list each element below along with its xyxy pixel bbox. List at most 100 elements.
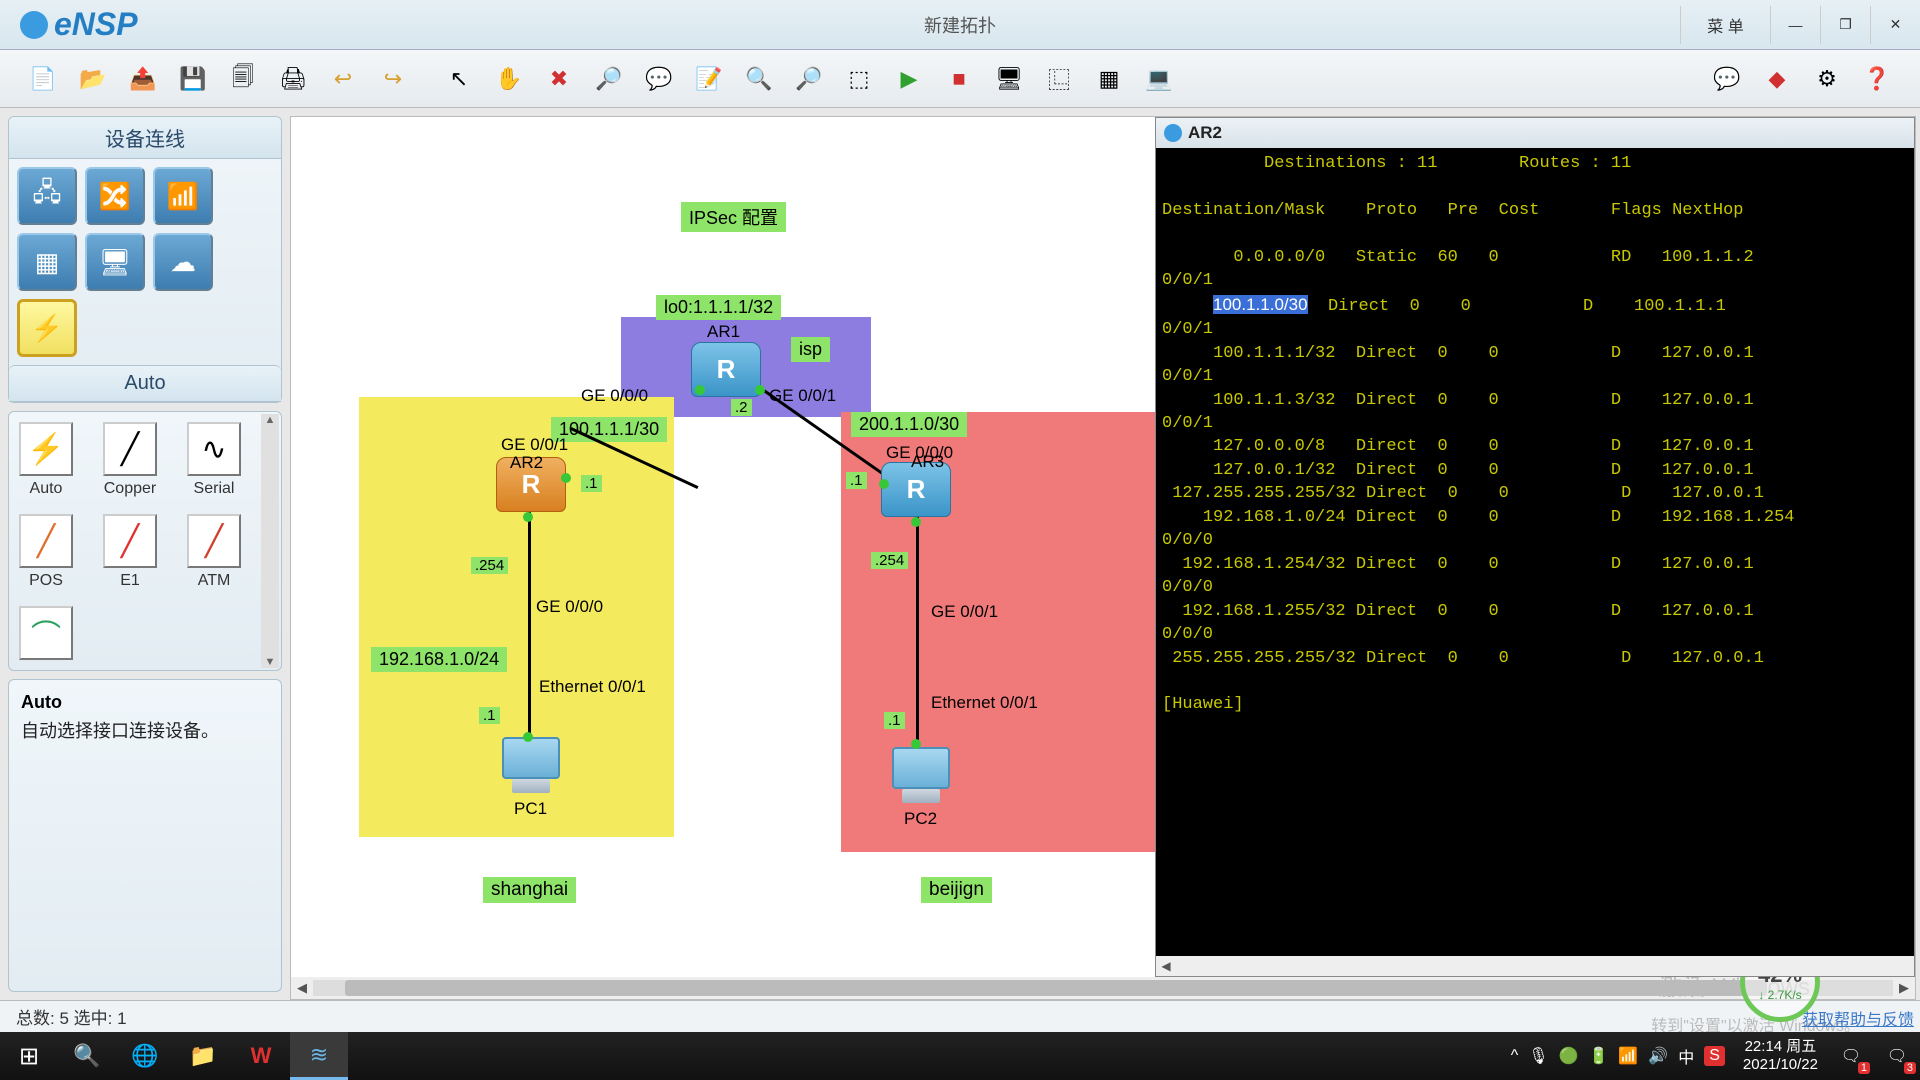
settings-button[interactable]: ⚙ bbox=[1804, 58, 1850, 100]
ime-icon[interactable]: 中 bbox=[1678, 1044, 1694, 1068]
conn-type-copper[interactable]: ╱Copper bbox=[103, 422, 157, 498]
note-tool[interactable]: 💬 bbox=[636, 58, 682, 100]
ar1-ip2: .2 bbox=[731, 399, 752, 416]
conn-type-serial[interactable]: ∿Serial bbox=[187, 422, 241, 498]
close-button[interactable]: ✕ bbox=[1870, 6, 1920, 44]
display-button[interactable]: 💻 bbox=[1136, 58, 1182, 100]
maximize-button[interactable]: ❐ bbox=[1820, 6, 1870, 44]
link-dot bbox=[561, 473, 571, 483]
print-button[interactable]: 🖨 bbox=[270, 58, 316, 100]
ar2-ge000: GE 0/0/0 bbox=[536, 597, 603, 617]
link-ar3-pc2 bbox=[916, 517, 919, 757]
explorer-button[interactable]: 📁 bbox=[174, 1032, 232, 1080]
tray-expand-icon[interactable]: ^ bbox=[1511, 1047, 1519, 1065]
ar2-label: AR2 bbox=[510, 453, 543, 473]
lan1-label: 192.168.1.0/24 bbox=[371, 647, 507, 672]
terminal-hscroll[interactable]: ◀ bbox=[1156, 956, 1914, 976]
browser-button[interactable]: 🌐 bbox=[116, 1032, 174, 1080]
device-icon-row: 🖧 🔀 📶 ▦ 🖥 ☁ bbox=[9, 159, 281, 365]
link-ar2-pc1 bbox=[528, 512, 531, 752]
feedback-link[interactable]: 获取帮助与反馈 bbox=[1802, 1006, 1914, 1030]
huawei-button[interactable]: ◆ bbox=[1754, 58, 1800, 100]
wlan-category-icon[interactable]: 📶 bbox=[153, 167, 213, 225]
taskbar-clock[interactable]: 22:14 周五 2021/10/22 bbox=[1733, 1038, 1828, 1074]
battery-icon[interactable]: 🔋 bbox=[1588, 1046, 1608, 1066]
terminal-output[interactable]: Destinations : 11 Routes : 11 Destinatio… bbox=[1156, 148, 1914, 956]
ar2-ip254: .254 bbox=[471, 557, 508, 574]
notification-icon-2[interactable]: 🗨3 bbox=[1874, 1036, 1920, 1076]
ar1-label: AR1 bbox=[707, 322, 740, 342]
pc2-node[interactable]: PC2 bbox=[886, 747, 956, 807]
delete-tool[interactable]: ✖ bbox=[536, 58, 582, 100]
connection-types-grid: ▲▼ ⚡Auto ╱Copper ∿Serial ╱POS ╱E1 ╱ATM ⌒ bbox=[9, 412, 281, 670]
conn-type-e1[interactable]: ╱E1 bbox=[103, 514, 157, 590]
capture-button[interactable]: 🖥 bbox=[986, 58, 1032, 100]
grid-button[interactable]: ▦ bbox=[1086, 58, 1132, 100]
switch-category-icon[interactable]: 🔀 bbox=[85, 167, 145, 225]
wifi-icon[interactable]: 📶 bbox=[1618, 1046, 1638, 1066]
terminal-titlebar[interactable]: AR2 bbox=[1156, 118, 1914, 148]
zoomout-tool[interactable]: 🔎 bbox=[786, 58, 832, 100]
canvas-hscroll[interactable]: ◀ ▶ bbox=[291, 977, 1915, 999]
conn-type-atm[interactable]: ╱ATM bbox=[187, 514, 241, 590]
conn-type-extra[interactable]: ⌒ bbox=[19, 606, 73, 660]
conn-type-pos[interactable]: ╱POS bbox=[19, 514, 73, 590]
main-toolbar: 📄 📂 📤 💾 🗐 🖨 ↩ ↪ ↖ ✋ ✖ 🔎 💬 📝 🔍 🔎 ⬚ ▶ ■ 🖥 … bbox=[0, 50, 1920, 108]
search-button[interactable]: 🔍 bbox=[58, 1032, 116, 1080]
security-icon[interactable]: 🟢 bbox=[1559, 1046, 1579, 1066]
topology-canvas[interactable]: IPSec 配置 lo0:1.1.1.1/32 isp 100.1.1.1/30… bbox=[291, 117, 1915, 977]
terminal-window[interactable]: AR2 Destinations : 11 Routes : 11 Destin… bbox=[1155, 117, 1915, 977]
ensp-taskbar-button[interactable]: ≋ bbox=[290, 1032, 348, 1080]
scroll-right-icon[interactable]: ▶ bbox=[1893, 980, 1915, 996]
inspect-tool[interactable]: 🔎 bbox=[586, 58, 632, 100]
notification-icon-1[interactable]: 🗨1 bbox=[1828, 1036, 1874, 1076]
router-category-icon[interactable]: 🖧 bbox=[17, 167, 77, 225]
stop-button[interactable]: ■ bbox=[936, 58, 982, 100]
cloud-category-icon[interactable]: ☁ bbox=[153, 233, 213, 291]
wps-button[interactable]: W bbox=[232, 1032, 290, 1080]
clock-time: 22:14 周五 bbox=[1743, 1038, 1818, 1056]
firewall-category-icon[interactable]: ▦ bbox=[17, 233, 77, 291]
saveall-button[interactable]: 🗐 bbox=[220, 58, 266, 100]
export-button[interactable]: 📤 bbox=[120, 58, 166, 100]
conn-scroll[interactable]: ▲▼ bbox=[261, 414, 279, 668]
pc2-ip1: .1 bbox=[884, 712, 905, 729]
terminal-title: AR2 bbox=[1188, 123, 1222, 143]
help-button[interactable]: ❓ bbox=[1854, 58, 1900, 100]
fit-tool[interactable]: ⬚ bbox=[836, 58, 882, 100]
topology-button[interactable]: ⿺ bbox=[1036, 58, 1082, 100]
conn-type-auto[interactable]: ⚡Auto bbox=[19, 422, 73, 498]
pan-tool[interactable]: ✋ bbox=[486, 58, 532, 100]
save-button[interactable]: 💾 bbox=[170, 58, 216, 100]
ar3-ge000: GE 0/0/0 bbox=[886, 443, 953, 463]
gauge-speed: ↓ 2.7K/s bbox=[1758, 988, 1801, 1002]
text-tool[interactable]: 📝 bbox=[686, 58, 732, 100]
redo-button[interactable]: ↪ bbox=[370, 58, 416, 100]
scroll-left-icon[interactable]: ◀ bbox=[291, 980, 313, 996]
pc-icon bbox=[496, 737, 566, 797]
zoomin-tool[interactable]: 🔍 bbox=[736, 58, 782, 100]
new-file-button[interactable]: 📄 bbox=[20, 58, 66, 100]
message-button[interactable]: 💬 bbox=[1704, 58, 1750, 100]
auto-subtitle: Auto bbox=[9, 365, 281, 402]
volume-icon[interactable]: 🔊 bbox=[1648, 1046, 1668, 1066]
pc-category-icon[interactable]: 🖥 bbox=[85, 233, 145, 291]
start-button[interactable]: ▶ bbox=[886, 58, 932, 100]
sogou-icon[interactable]: S bbox=[1704, 1046, 1725, 1066]
open-button[interactable]: 📂 bbox=[70, 58, 116, 100]
device-panel-title: 设备连线 bbox=[9, 117, 281, 159]
status-text: 总数: 5 选中: 1 bbox=[16, 1004, 127, 1029]
start-button[interactable]: ⊞ bbox=[0, 1032, 58, 1080]
pc1-eth: Ethernet 0/0/1 bbox=[539, 677, 646, 697]
menu-button[interactable]: 菜 单 bbox=[1680, 6, 1770, 44]
ar2-node[interactable]: AR2 R bbox=[496, 457, 566, 512]
pc2-label: PC2 bbox=[904, 809, 937, 829]
connection-category-icon[interactable] bbox=[17, 299, 77, 357]
minimize-button[interactable]: — bbox=[1770, 6, 1820, 44]
pc1-node[interactable]: PC1 bbox=[496, 737, 566, 797]
ar3-node[interactable]: AR3 R bbox=[881, 462, 951, 517]
app-logo: eNSP bbox=[20, 6, 138, 43]
mic-icon[interactable]: 🎙 bbox=[1528, 1046, 1548, 1066]
undo-button[interactable]: ↩ bbox=[320, 58, 366, 100]
pointer-tool[interactable]: ↖ bbox=[436, 58, 482, 100]
